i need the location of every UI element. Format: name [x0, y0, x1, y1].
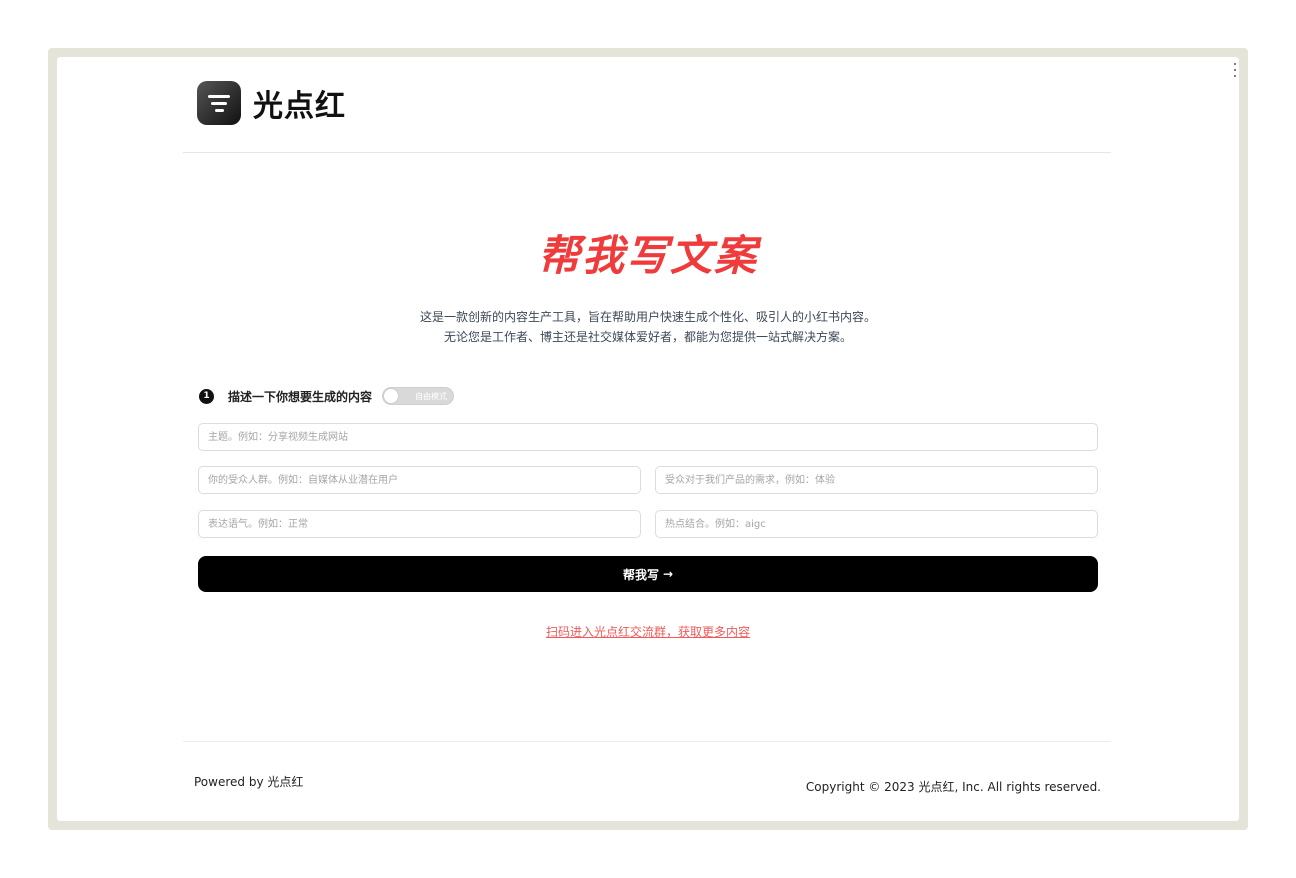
resize-handle[interactable] [1234, 63, 1237, 77]
community-link-row: 扫码进入光点红交流群，获取更多内容 [57, 623, 1239, 640]
app-window: 光点红 帮我写文案 这是一款创新的内容生产工具，旨在帮助用户快速生成个性化、吸引… [57, 57, 1239, 821]
step-header: 1 描述一下你想要生成的内容 自由模式 [199, 387, 455, 405]
audience-need-input[interactable] [655, 466, 1098, 494]
generate-button[interactable]: 帮我写 → [198, 556, 1098, 592]
brand-name[interactable]: 光点红 [253, 81, 346, 125]
page-description: 这是一款创新的内容生产工具，旨在帮助用户快速生成个性化、吸引人的小红书内容。 无… [57, 307, 1239, 347]
toggle-knob [384, 389, 399, 403]
footer-divider [183, 741, 1111, 742]
step-number-badge: 1 [199, 388, 214, 404]
description-line-2: 无论您是工作者、博主还是社交媒体爱好者，都能为您提供一站式解决方案。 [443, 330, 852, 344]
header: 光点红 [197, 79, 346, 127]
hotspot-input[interactable] [655, 510, 1098, 538]
header-divider [183, 152, 1111, 153]
topic-input[interactable] [198, 423, 1098, 451]
arrow-right-icon: → [662, 567, 674, 581]
logo-icon[interactable] [197, 81, 241, 125]
tone-input[interactable] [198, 510, 641, 538]
toggle-label: 自由模式 [415, 391, 448, 401]
description-line-1: 这是一款创新的内容生产工具，旨在帮助用户快速生成个性化、吸引人的小红书内容。 [419, 310, 876, 324]
community-link[interactable]: 扫码进入光点红交流群，获取更多内容 [546, 625, 750, 639]
step-label: 描述一下你想要生成的内容 [228, 389, 373, 404]
generate-button-label: 帮我写 [622, 567, 659, 582]
copyright: Copyright © 2023 光点红, Inc. All rights re… [805, 780, 1101, 794]
free-mode-toggle[interactable]: 自由模式 [382, 387, 455, 405]
audience-input[interactable] [198, 466, 641, 494]
page-title: 帮我写文案 [537, 231, 758, 280]
powered-by: Powered by 光点红 [194, 775, 304, 789]
window-frame: 光点红 帮我写文案 这是一款创新的内容生产工具，旨在帮助用户快速生成个性化、吸引… [48, 48, 1248, 830]
